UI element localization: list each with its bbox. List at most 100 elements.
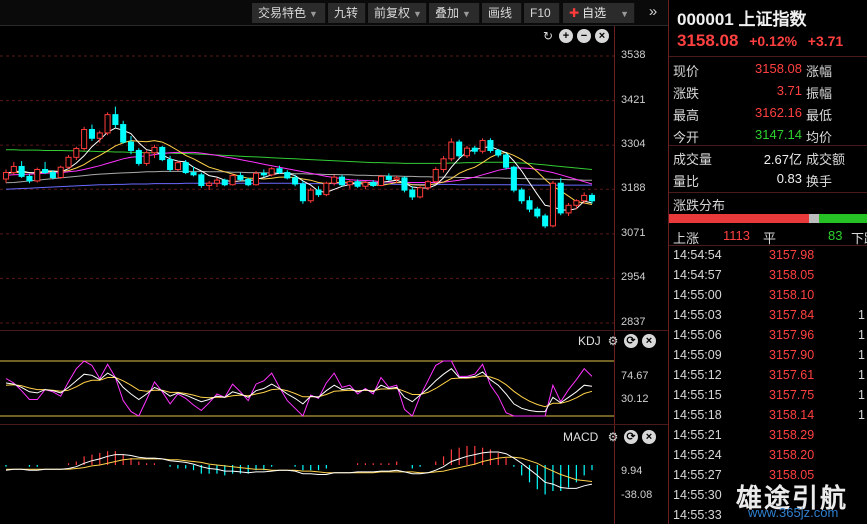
gear-icon[interactable]: ⚙ — [606, 334, 620, 348]
candle-body — [221, 179, 228, 186]
zoom-in-icon[interactable]: + — [559, 29, 573, 43]
tick-row: 14:55:18 3158.14 1 — [673, 408, 867, 428]
tick-time: 14:55:15 — [673, 388, 722, 402]
close-icon[interactable]: × — [642, 334, 656, 348]
quote-label-2: 最低 — [806, 108, 833, 123]
candle-body — [299, 183, 306, 202]
candle-body — [167, 159, 174, 171]
quote-panel: 000001 上证指数 3158.08 +0.12% +3.71 现价 3158.… — [668, 0, 867, 524]
toolbar-button-0[interactable]: 交易特色 ▼ — [252, 3, 326, 23]
quote-label-2: 振幅 — [806, 86, 833, 101]
toolbar-button-label: 画线 — [488, 6, 513, 20]
candle-body — [456, 141, 463, 157]
candle-body — [385, 175, 392, 180]
distribution-up-segment — [669, 214, 809, 223]
kdj-ytick-lower: 30.12 — [621, 393, 649, 405]
tick-volume: 1 — [858, 368, 865, 382]
tick-time: 14:55:27 — [673, 468, 722, 482]
candle-body — [26, 175, 33, 182]
tick-price: 3158.20 — [769, 448, 815, 462]
candle-body — [565, 204, 572, 214]
kdj-k-line — [5, 368, 593, 413]
candle-body — [159, 146, 166, 161]
close-icon[interactable]: × — [642, 430, 656, 444]
kdj-chart[interactable] — [0, 331, 668, 425]
up-label: 上涨 — [673, 231, 700, 246]
price-tick-label: 3071 — [621, 226, 646, 239]
tick-price: 3157.96 — [769, 328, 815, 342]
tick-time: 14:54:54 — [673, 248, 722, 262]
quote-label: 涨跌 — [673, 86, 700, 101]
kdj-j-line — [5, 360, 593, 417]
tick-row: 14:55:06 3157.96 1 — [673, 328, 867, 348]
add-watchlist-button[interactable]: ✚ 自选 ▼ — [563, 3, 635, 23]
candle-body — [49, 172, 56, 179]
main-pane-controls: ↻ + − × — [541, 29, 609, 43]
toolbar-button-5[interactable]: F10 — [524, 3, 560, 23]
candle-body — [518, 189, 525, 202]
macd-pane[interactable]: MACD ⚙ ⟳ × 9.94 -38.08 — [0, 425, 668, 524]
tick-price: 3157.90 — [769, 348, 815, 362]
toolbar-button-label: 叠加 — [435, 6, 460, 20]
ma-line-ma10 — [5, 140, 593, 205]
chevron-down-icon: ▼ — [309, 9, 318, 19]
index-price-line: 3158.08 +0.12% +3.71 — [677, 31, 843, 51]
toolbar-button-3[interactable]: 叠加 ▼ — [429, 3, 480, 23]
add-watchlist-label: 自选 — [582, 6, 607, 20]
candle-body — [229, 175, 236, 186]
tick-volume: 1 — [858, 388, 865, 402]
tick-price: 3157.61 — [769, 368, 815, 382]
cycle-icon[interactable]: ⟳ — [624, 334, 638, 348]
price-tick-label: 3538 — [621, 49, 646, 61]
candle-body — [378, 175, 385, 187]
kdj-title: KDJ — [578, 334, 601, 348]
candle-body — [135, 149, 142, 164]
candle-body — [487, 140, 494, 151]
quote-value: 3.71 — [776, 83, 802, 98]
toolbar-button-1[interactable]: 九转 — [328, 3, 366, 23]
candle-body — [549, 182, 556, 227]
price-tick-label: 3304 — [621, 138, 646, 151]
kdj-pane[interactable]: KDJ ⚙ ⟳ × 74.67 30.12 — [0, 331, 668, 425]
cycle-icon[interactable]: ⟳ — [624, 430, 638, 444]
refresh-icon[interactable]: ↻ — [541, 29, 555, 43]
candle-body — [112, 114, 119, 126]
price-tick-label: 2954 — [621, 271, 646, 284]
toolbar-button-2[interactable]: 前复权 ▼ — [368, 3, 427, 23]
index-code: 000001 — [677, 10, 734, 29]
ma-line-ma120 — [5, 170, 592, 184]
tick-row: 14:54:57 3158.05 — [673, 268, 867, 288]
candle-body — [245, 178, 252, 186]
gear-icon[interactable]: ⚙ — [606, 430, 620, 444]
candle-body — [143, 152, 150, 164]
candle-body — [292, 177, 299, 185]
quote-label: 最高 — [673, 108, 700, 123]
candle-body — [338, 176, 346, 186]
tick-row: 14:55:15 3157.75 1 — [673, 388, 867, 408]
toolbar-button-label: 前复权 — [374, 6, 411, 20]
index-name: 上证指数 — [738, 10, 807, 29]
tick-time: 14:55:24 — [673, 448, 722, 462]
chevron-down-icon: ▼ — [462, 9, 471, 19]
candlestick-chart[interactable] — [0, 26, 668, 331]
candle-body — [34, 169, 41, 182]
candlestick-pane[interactable]: ↻ + − × 3538 3421 3304 3188 3071 2954 2837 — [0, 26, 668, 331]
toolbar-button-label: 交易特色 — [258, 6, 307, 20]
zoom-out-icon[interactable]: − — [577, 29, 591, 43]
candle-body — [463, 147, 471, 157]
candle-body — [10, 165, 17, 174]
tick-row: 14:55:24 3158.20 — [673, 448, 867, 468]
candle-body — [409, 189, 416, 198]
candle-body — [96, 132, 103, 139]
divider — [669, 192, 867, 193]
distribution-title: 涨跌分布 — [673, 198, 726, 213]
tick-time: 14:55:09 — [673, 348, 722, 362]
toolbar-button-4[interactable]: 画线 — [482, 3, 522, 23]
macd-ytick-upper: 9.94 — [621, 465, 643, 477]
price-tick-label: 3421 — [621, 93, 646, 106]
divider — [669, 145, 867, 146]
close-icon[interactable]: × — [595, 29, 609, 43]
toolbar-button-label: F10 — [530, 6, 551, 20]
double-chevron-right-icon[interactable]: » — [642, 3, 664, 23]
index-header: 000001 上证指数 — [677, 5, 806, 30]
